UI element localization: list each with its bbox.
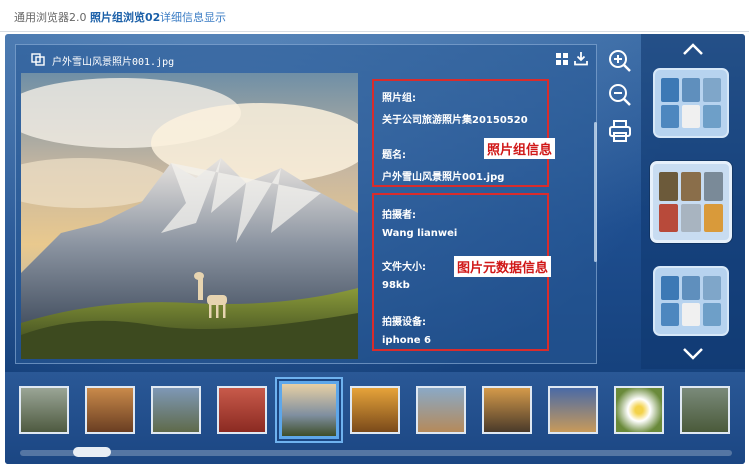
- photo-group-thumb[interactable]: [653, 68, 729, 138]
- group-value: 关于公司旅游照片集20150520: [382, 115, 528, 126]
- thumbnail-scrollbar-track[interactable]: [20, 450, 732, 456]
- thumbnail-item[interactable]: [151, 386, 201, 434]
- main-photo: [21, 73, 358, 359]
- breadcrumb: 通用浏览器2.0 照片组浏览02 详细信息显示: [0, 0, 749, 32]
- metadata-info-tag: 图片元数据信息: [454, 256, 552, 277]
- thumbnail-item[interactable]: [680, 386, 730, 434]
- photo-group-rail: [641, 34, 745, 369]
- thumbnail-item[interactable]: [614, 386, 664, 434]
- photo-info-panel: 照片组: 关于公司旅游照片集20150520 照片组信息 题名: 户外雪山风景照…: [364, 73, 592, 359]
- device-label: 拍摄设备:: [382, 317, 426, 328]
- group-label: 照片组:: [382, 93, 416, 104]
- title-label: 题名:: [382, 150, 406, 161]
- breadcrumb-item-home[interactable]: 通用浏览器2.0: [14, 9, 87, 25]
- photo-group-thumb-active[interactable]: [650, 161, 732, 243]
- chevron-down-icon[interactable]: [681, 347, 705, 361]
- print-icon[interactable]: [607, 118, 633, 144]
- thumbnail-item[interactable]: [217, 386, 267, 434]
- device-value: iphone 6: [382, 335, 431, 346]
- viewer-file-title: 户外雪山风景照片001.jpg: [52, 57, 175, 68]
- photo-group-thumb[interactable]: [653, 266, 729, 336]
- file-size-label: 文件大小:: [382, 262, 426, 273]
- thumbnail-item[interactable]: [19, 386, 69, 434]
- thumbnail-item[interactable]: [548, 386, 598, 434]
- thumbnail-scrollbar-handle[interactable]: [73, 447, 111, 457]
- info-scrollbar[interactable]: [594, 122, 597, 262]
- photographer-label: 拍摄者:: [382, 210, 416, 221]
- thumbnail-item[interactable]: [350, 386, 400, 434]
- photo-browser-stage: 户外雪山风景照片001.jpg 照片组: 关于公司旅游照片集20150520 照…: [5, 34, 745, 464]
- file-size-value: 98kb: [382, 280, 410, 291]
- viewer-toolbar: [607, 48, 637, 148]
- grid-view-icon[interactable]: [556, 53, 568, 65]
- zoom-out-icon[interactable]: [607, 82, 633, 108]
- thumbnail-item-active[interactable]: [279, 381, 339, 439]
- group-info-tag: 照片组信息: [484, 138, 556, 159]
- copy-icon[interactable]: [31, 53, 45, 66]
- thumbnail-item[interactable]: [85, 386, 135, 434]
- thumbnail-item[interactable]: [416, 386, 466, 434]
- zoom-in-icon[interactable]: [607, 48, 633, 74]
- thumbnail-item[interactable]: [482, 386, 532, 434]
- download-icon[interactable]: [574, 51, 588, 66]
- breadcrumb-item-gallery[interactable]: 照片组浏览02: [90, 9, 160, 25]
- thumbnail-strip: [5, 372, 745, 464]
- chevron-up-icon[interactable]: [681, 42, 705, 56]
- viewer-header: 户外雪山风景照片001.jpg: [16, 45, 596, 73]
- photo-viewer-panel: 户外雪山风景照片001.jpg 照片组: 关于公司旅游照片集20150520 照…: [15, 44, 597, 364]
- breadcrumb-item-detail[interactable]: 详细信息显示: [160, 9, 226, 25]
- photographer-value: Wang lianwei: [382, 228, 458, 239]
- title-value: 户外雪山风景照片001.jpg: [382, 172, 505, 183]
